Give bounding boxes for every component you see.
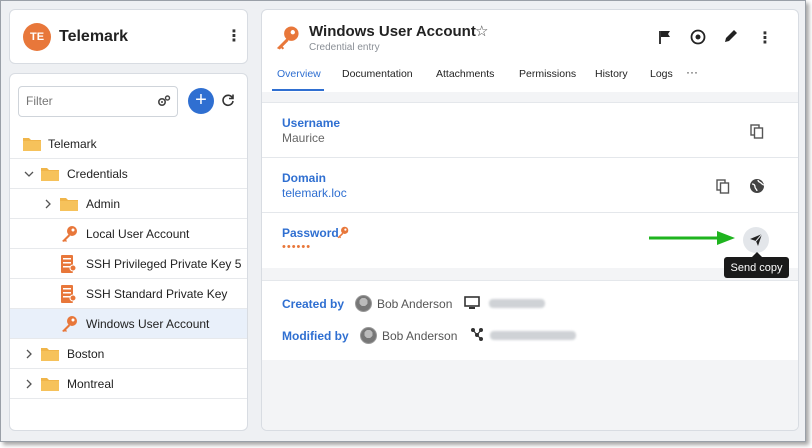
more-tabs-button[interactable]: ··· [686, 65, 698, 79]
folder-icon [60, 196, 78, 214]
folder-icon [23, 136, 41, 154]
network-icon [470, 327, 484, 346]
tree-item-label: SSH Privileged Private Key 5 [86, 256, 242, 271]
send-copy-tooltip: Send copy [724, 252, 789, 278]
entry-detail-panel: Windows User Account ☆ Credential entry … [261, 9, 799, 431]
tree-item-label: Local User Account [86, 226, 190, 241]
username-value: Maurice [282, 131, 325, 145]
add-entry-button[interactable]: + [188, 88, 214, 114]
section-divider [262, 268, 798, 280]
tree-item-label: Admin [86, 196, 121, 211]
folder-icon [41, 376, 59, 394]
workspace-name[interactable]: Telemark [59, 28, 128, 46]
app-window: TE Telemark ⋮ + Telemark [0, 0, 806, 442]
user-avatar [355, 295, 372, 312]
refresh-icon[interactable] [221, 93, 235, 112]
tree-item-windows-user-account[interactable]: Windows User Account [10, 309, 247, 339]
ssh-key-icon [61, 255, 77, 276]
created-by-user: Bob Anderson [377, 297, 453, 311]
copy-domain-icon[interactable] [716, 179, 730, 199]
tree-item-label: Windows User Account [86, 316, 210, 331]
chevron-right-icon[interactable] [42, 198, 54, 210]
flag-icon[interactable] [658, 30, 672, 49]
entry-menu-icon[interactable]: ⋮ [757, 31, 773, 47]
filter-field[interactable] [18, 86, 178, 117]
password-value[interactable]: •••••• [282, 241, 311, 253]
tree-item-boston[interactable]: Boston [10, 339, 247, 369]
created-by-label: Created by [282, 297, 345, 311]
password-label: Password [282, 226, 339, 240]
modified-by-label: Modified by [282, 329, 349, 343]
active-tab-indicator [272, 89, 324, 91]
tree-item-label: SSH Standard Private Key [86, 286, 228, 301]
workspace-header: TE Telemark ⋮ [9, 9, 248, 64]
edit-pencil-icon[interactable] [723, 29, 738, 49]
tab-attachments[interactable]: Attachments [436, 68, 494, 80]
key-icon [60, 315, 78, 336]
ssh-key-icon [61, 285, 77, 306]
folder-icon [41, 166, 59, 184]
tab-documentation[interactable]: Documentation [342, 68, 413, 80]
tree-item-ssh-privileged-private-key-5[interactable]: SSH Privileged Private Key 5 [10, 249, 247, 279]
tree-item-label: Credentials [67, 166, 128, 181]
username-row: Username Maurice [262, 102, 798, 157]
annotation-arrow-icon [649, 230, 737, 251]
section-divider [262, 92, 798, 102]
domain-value[interactable]: telemark.loc [282, 186, 347, 200]
tree-item-telemark[interactable]: Telemark [10, 129, 247, 159]
user-avatar [360, 327, 377, 344]
redacted-text [490, 331, 576, 340]
tree-item-label: Boston [67, 346, 105, 361]
workspace-avatar[interactable]: TE [23, 23, 51, 51]
navigation-tree-panel: + Telemark Credentials [9, 73, 248, 431]
audit-section: Created by Bob Anderson Modified by Bob … [262, 280, 798, 360]
workspace-menu-icon[interactable]: ⋮ [226, 29, 242, 45]
tab-logs[interactable]: Logs [650, 68, 673, 80]
domain-label: Domain [282, 171, 327, 185]
send-icon [750, 233, 763, 246]
panel-footer [262, 360, 798, 430]
entry-title: Windows User Account [309, 23, 476, 40]
tree-item-montreal[interactable]: Montreal [10, 369, 247, 399]
filter-input[interactable] [26, 94, 136, 108]
redacted-text [489, 299, 545, 308]
tree-item-local-user-account[interactable]: Local User Account [10, 219, 247, 249]
tree-item-ssh-standard-private-key[interactable]: SSH Standard Private Key [10, 279, 247, 309]
send-copy-button[interactable] [743, 227, 769, 253]
filter-settings-icon[interactable] [157, 94, 171, 113]
tree-item-admin[interactable]: Admin [10, 189, 247, 219]
globe-icon[interactable] [749, 178, 765, 199]
tab-permissions[interactable]: Permissions [519, 68, 576, 80]
key-icon [274, 25, 300, 56]
chevron-right-icon[interactable] [23, 348, 35, 360]
folder-icon [41, 346, 59, 364]
tree-item-label: Telemark [48, 136, 97, 151]
password-key-icon [336, 226, 349, 244]
entry-tabs: Overview Documentation Attachments Permi… [262, 65, 798, 95]
key-icon [60, 225, 78, 246]
tab-overview[interactable]: Overview [277, 68, 321, 80]
chevron-down-icon[interactable] [23, 168, 35, 180]
modified-by-user: Bob Anderson [382, 329, 458, 343]
checkout-icon[interactable] [690, 29, 706, 50]
tree-item-label: Montreal [67, 376, 114, 391]
favorite-star-icon[interactable]: ☆ [475, 22, 488, 40]
tab-history[interactable]: History [595, 68, 628, 80]
domain-row: Domain telemark.loc [262, 157, 798, 212]
chevron-right-icon[interactable] [23, 378, 35, 390]
username-label: Username [282, 116, 341, 130]
tree-item-credentials[interactable]: Credentials [10, 159, 247, 189]
entry-type: Credential entry [309, 42, 380, 53]
copy-username-icon[interactable] [750, 124, 764, 144]
computer-icon [464, 296, 480, 315]
